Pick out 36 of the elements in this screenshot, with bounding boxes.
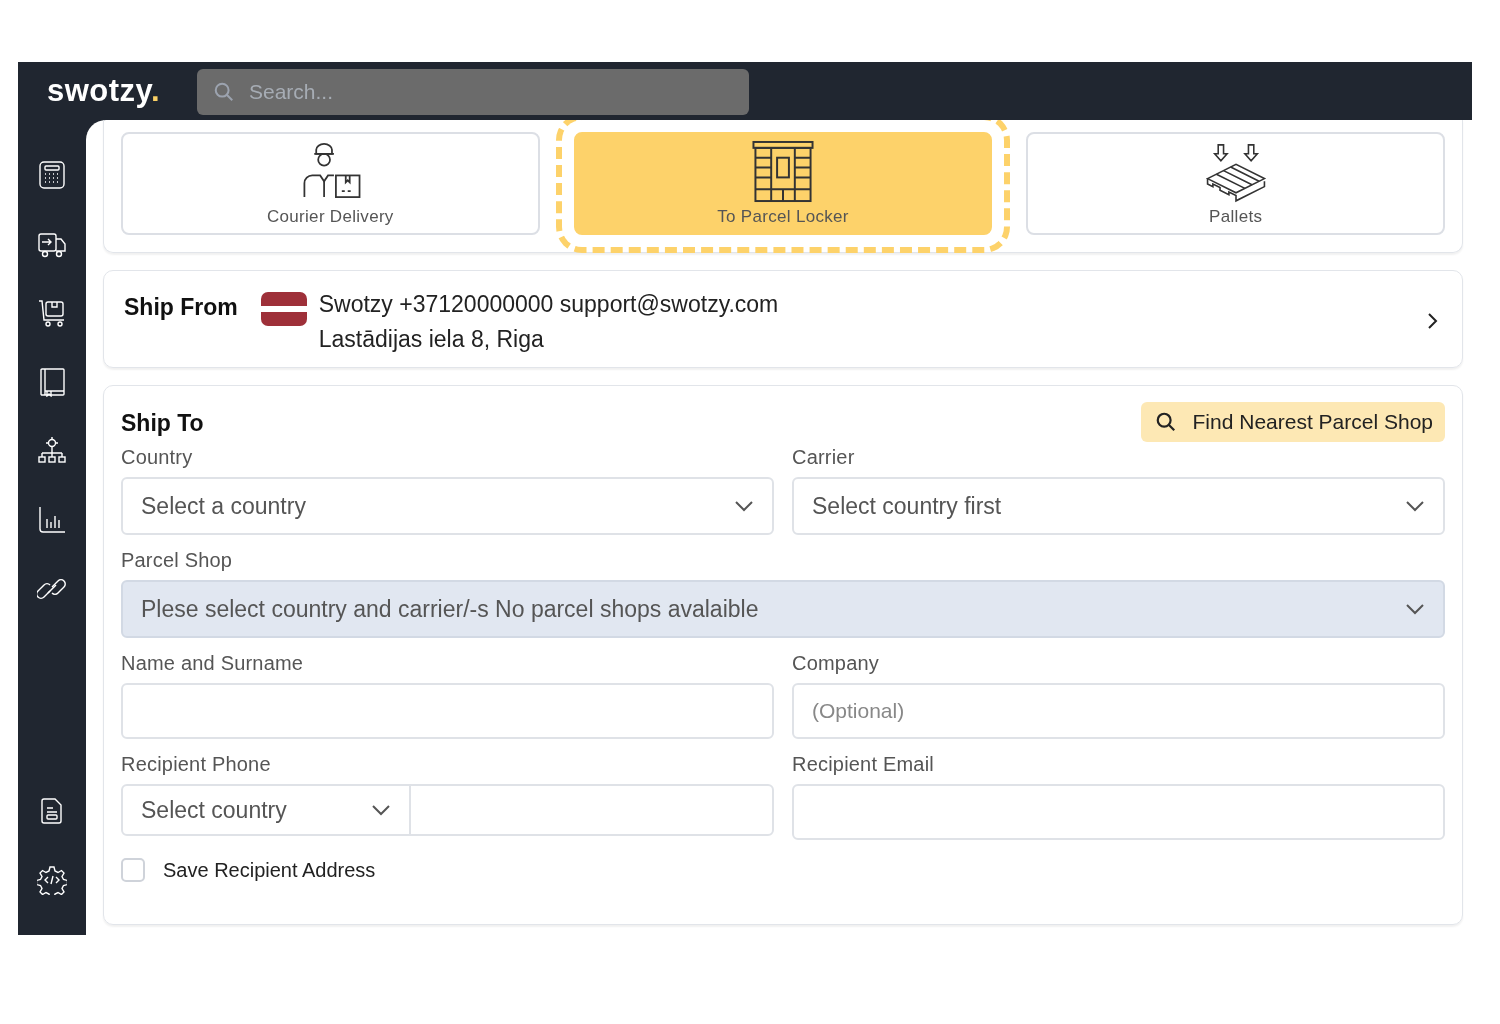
section-title: Ship From — [124, 294, 238, 321]
name-input[interactable] — [121, 683, 774, 739]
bar-chart-icon[interactable] — [37, 505, 67, 535]
chevron-right-icon[interactable] — [1426, 311, 1438, 331]
logo: swotzy. — [47, 73, 162, 109]
field-label: Parcel Shop — [121, 549, 234, 572]
find-parcel-shop-button[interactable]: Find Nearest Parcel Shop — [1140, 402, 1445, 442]
field-label: Recipient Phone — [121, 753, 272, 776]
field-label: Recipient Email — [792, 753, 935, 776]
search-icon — [1154, 411, 1177, 433]
field-label: Name and Surname — [121, 652, 305, 675]
carrier-select[interactable]: Select country first — [792, 477, 1445, 535]
address: Lastādijas iela 8, Riga — [318, 326, 545, 353]
section-title: Ship To — [121, 410, 204, 437]
email-input[interactable] — [792, 784, 1445, 840]
hierarchy-gear-icon[interactable] — [37, 436, 67, 466]
locker-icon — [751, 140, 815, 203]
delivery-option[interactable]: Pallets — [1026, 132, 1445, 235]
cart-icon[interactable] — [37, 298, 67, 328]
chevron-down-icon — [1405, 500, 1425, 512]
chevron-down-icon — [734, 500, 754, 512]
company-input[interactable]: (Optional) — [792, 683, 1445, 739]
search-field[interactable]: Search... — [197, 69, 749, 115]
checkbox[interactable] — [121, 858, 145, 882]
country-select[interactable]: Select a country — [121, 477, 774, 535]
field-label: Carrier — [792, 446, 856, 469]
checkbox-label: Save Recipient Address — [163, 858, 376, 882]
flag-icon — [260, 292, 307, 326]
field-label: Company — [792, 652, 880, 675]
chevron-down-icon — [1405, 603, 1425, 615]
field-label: Country — [121, 446, 194, 469]
code-gear-icon[interactable] — [37, 865, 67, 895]
calculator-icon[interactable] — [37, 160, 67, 190]
delivery-option[interactable]: Courier Delivery — [121, 132, 540, 235]
book-icon[interactable] — [37, 367, 67, 397]
contact-details: Swotzy +37120000000 support@swotzy.com — [318, 291, 780, 318]
